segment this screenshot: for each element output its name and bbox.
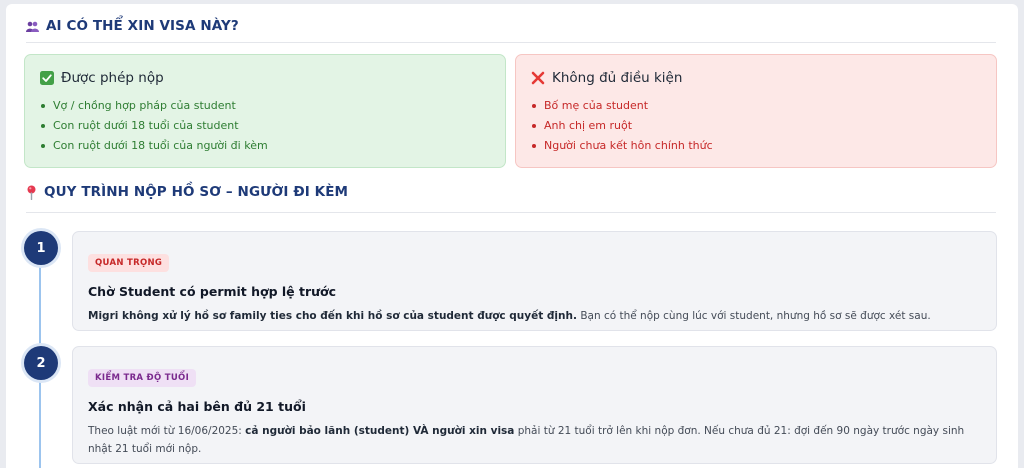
step-card-1: QUAN TRỌNG Chờ Student có permit hợp lệ … bbox=[72, 231, 997, 331]
cross-icon bbox=[531, 71, 545, 85]
process-title: QUY TRÌNH NỘP HỒ SƠ – NGƯỜI ĐI KÈM bbox=[44, 184, 349, 200]
age-check-badge: KIỂM TRA ĐỘ TUỔI bbox=[88, 369, 197, 387]
divider bbox=[26, 212, 996, 213]
check-box-icon bbox=[40, 71, 54, 85]
process-heading: QUY TRÌNH NỘP HỒ SƠ – NGƯỜI ĐI KÈM bbox=[26, 184, 348, 200]
denied-title-text: Không đủ điều kiện bbox=[552, 70, 683, 86]
list-item: Bố mẹ của student bbox=[531, 96, 981, 116]
step-card-2: KIỂM TRA ĐỘ TUỔI Xác nhận cả hai bên đủ … bbox=[72, 346, 997, 464]
list-item: Người chưa kết hôn chính thức bbox=[531, 136, 981, 156]
step-number: 1 bbox=[24, 231, 58, 265]
step-description: Migri không xử lý hồ sơ family ties cho … bbox=[88, 310, 931, 322]
step-description: Theo luật mới từ 16/06/2025: cả người bả… bbox=[88, 425, 965, 455]
list-item: Con ruột dưới 18 tuổi của người đi kèm bbox=[40, 136, 490, 156]
eligibility-title: AI CÓ THỂ XIN VISA NÀY? bbox=[46, 18, 239, 34]
important-badge: QUAN TRỌNG bbox=[88, 254, 170, 272]
eligibility-heading: AI CÓ THỂ XIN VISA NÀY? bbox=[26, 18, 239, 34]
allowed-box: Được phép nộp Vợ / chồng hợp pháp của st… bbox=[24, 54, 506, 168]
step-title: Chờ Student có permit hợp lệ trước bbox=[88, 284, 337, 299]
denied-box: Không đủ điều kiện Bố mẹ của student Anh… bbox=[515, 54, 997, 168]
step-number: 2 bbox=[24, 346, 58, 380]
list-item: Anh chị em ruột bbox=[531, 116, 981, 136]
allowed-title-text: Được phép nộp bbox=[61, 70, 164, 86]
list-item: Con ruột dưới 18 tuổi của student bbox=[40, 116, 490, 136]
divider bbox=[26, 42, 996, 43]
step-title: Xác nhận cả hai bên đủ 21 tuổi bbox=[88, 399, 306, 414]
denied-list: Bố mẹ của student Anh chị em ruột Người … bbox=[531, 96, 981, 156]
content-card: AI CÓ THỂ XIN VISA NÀY? Được phép nộp Vợ… bbox=[6, 4, 1018, 468]
allowed-title: Được phép nộp bbox=[40, 70, 490, 86]
pin-icon bbox=[26, 185, 37, 200]
allowed-list: Vợ / chồng hợp pháp của student Con ruột… bbox=[40, 96, 490, 156]
denied-title: Không đủ điều kiện bbox=[531, 70, 981, 86]
people-icon bbox=[26, 21, 39, 32]
list-item: Vợ / chồng hợp pháp của student bbox=[40, 96, 490, 116]
